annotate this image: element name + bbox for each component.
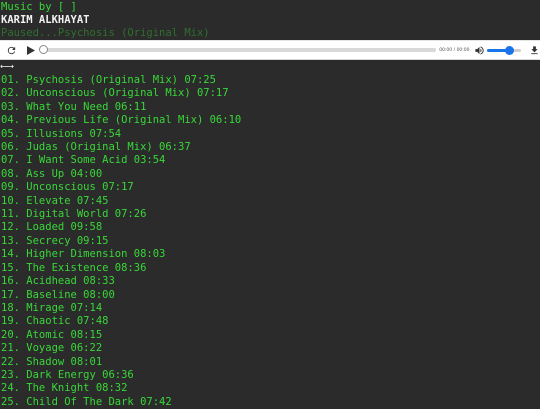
track-item[interactable]: 19. Chaotic 07:48 — [1, 315, 241, 328]
track-item[interactable]: 18. Mirage 07:14 — [1, 302, 241, 315]
track-item[interactable]: 03. What You Need 06:11 — [1, 101, 241, 114]
track-item[interactable]: 22. Shadow 08:01 — [1, 356, 241, 369]
seek-bar[interactable] — [38, 45, 437, 54]
track-item[interactable]: 24. The Knight 08:32 — [1, 382, 241, 395]
track-item[interactable]: 23. Dark Energy 06:36 — [1, 369, 241, 382]
track-item[interactable]: 05. Illusions 07:54 — [1, 128, 241, 141]
track-item[interactable]: 02. Unconscious (Original Mix) 07:17 — [1, 87, 241, 100]
current-time: 00:00 — [439, 47, 453, 53]
track-item[interactable]: 06. Judas (Original Mix) 06:37 — [1, 141, 241, 154]
play-icon — [26, 45, 35, 55]
navigation-arrows[interactable]: ⟵⟶ — [1, 60, 13, 73]
track-item[interactable]: 10. Elevate 07:45 — [1, 195, 241, 208]
track-item[interactable]: 14. Higher Dimension 08:03 — [1, 248, 241, 261]
track-item[interactable]: 21. Voyage 06:22 — [1, 342, 241, 355]
track-item[interactable]: 09. Unconscious 07:17 — [1, 181, 241, 194]
track-item[interactable]: 01. Psychosis (Original Mix) 07:25 — [1, 74, 241, 87]
reload-icon[interactable] — [6, 44, 18, 56]
volume-icon[interactable] — [474, 44, 486, 56]
track-item[interactable]: 04. Previous Life (Original Mix) 06:10 — [1, 114, 241, 127]
track-item[interactable]: 16. Acidhead 08:33 — [1, 275, 241, 288]
audio-player: 00:00 / 00:00 — [0, 40, 540, 60]
artist-name: KARIM ALKHAYAT — [1, 14, 90, 26]
seek-thumb[interactable] — [38, 45, 48, 54]
play-button[interactable] — [26, 45, 36, 55]
music-by-label: Music by [ ] — [1, 1, 77, 13]
time-display: 00:00 / 00:00 — [439, 48, 469, 53]
duration: 00:00 — [456, 47, 470, 53]
track-list: 01. Psychosis (Original Mix) 07:25 02. Un… — [1, 74, 241, 409]
track-item[interactable]: 08. Ass Up 04:00 — [1, 168, 241, 181]
time-separator: / — [453, 47, 456, 53]
track-item[interactable]: 20. Atomic 08:15 — [1, 329, 241, 342]
page-header: Music by [ ] KARIM ALKHAYAT Paused...Psy… — [0, 0, 540, 40]
track-item[interactable]: 17. Baseline 08:00 — [1, 289, 241, 302]
playback-status: Paused...Psychosis (Original Mix) — [1, 27, 210, 39]
download-icon[interactable] — [528, 44, 540, 56]
volume-thumb[interactable] — [504, 45, 514, 55]
track-item[interactable]: 07. I Want Some Acid 03:54 — [1, 154, 241, 167]
track-item[interactable]: 13. Secrecy 09:15 — [1, 235, 241, 248]
track-item[interactable]: 25. Child Of The Dark 07:42 — [1, 396, 241, 409]
volume-slider[interactable] — [487, 45, 522, 55]
track-item[interactable]: 15. The Existence 08:36 — [1, 262, 241, 275]
track-item[interactable]: 12. Loaded 09:58 — [1, 221, 241, 234]
track-item[interactable]: 11. Digital World 07:26 — [1, 208, 241, 221]
